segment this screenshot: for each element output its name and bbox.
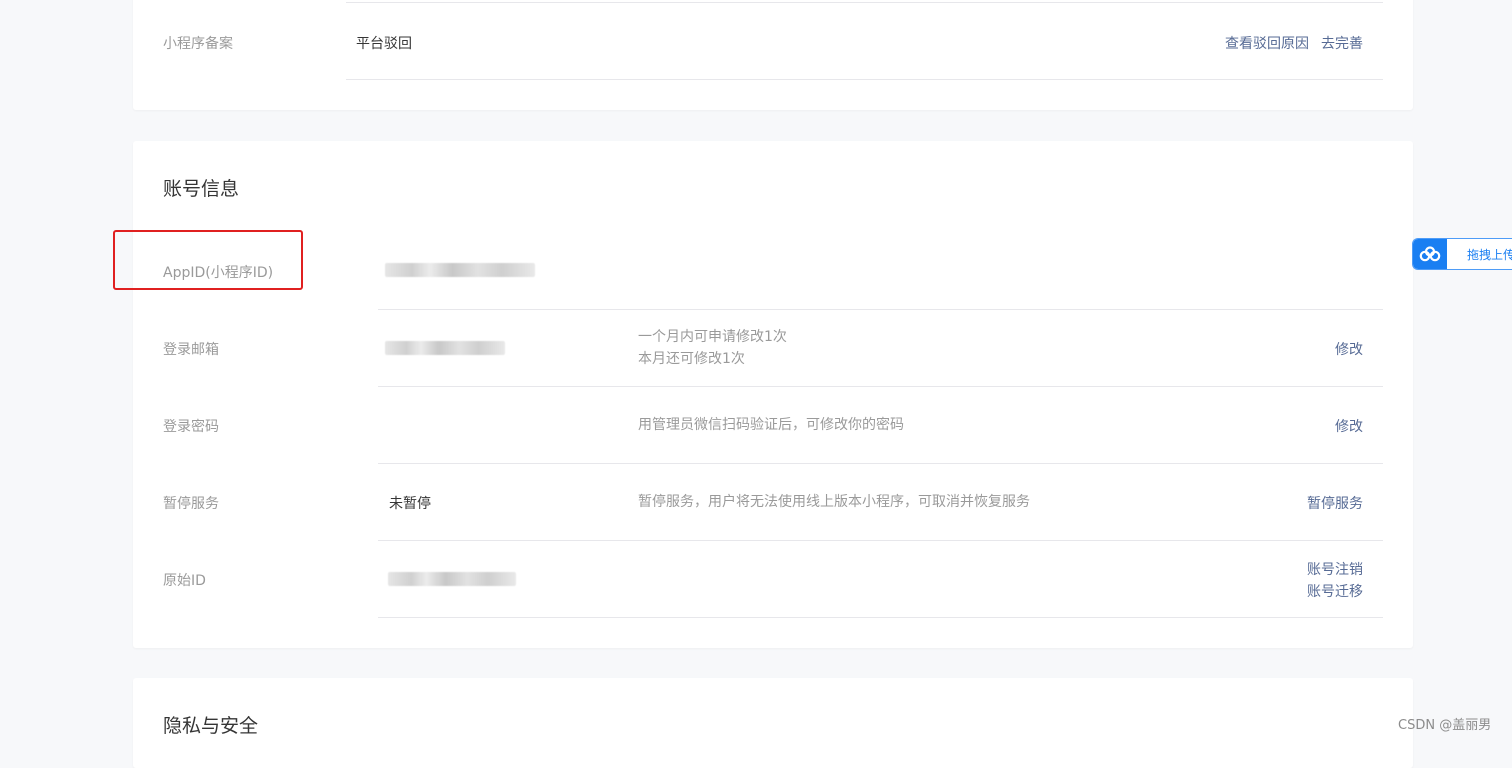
divider (378, 309, 1383, 310)
privacy-section-title: 隐私与安全 (163, 715, 259, 737)
divider (346, 79, 1383, 80)
email-value-redacted (385, 341, 505, 355)
drag-upload-label: 拖拽上传 (1467, 248, 1512, 262)
modify-password-button[interactable]: 修改 (1335, 416, 1363, 436)
divider (378, 617, 1383, 618)
appid-value-redacted (385, 263, 535, 277)
account-info-card: 账号信息 AppID(小程序ID) 登录邮箱 一个月内可申请修改1次 本月还可修… (133, 141, 1413, 648)
suspend-desc: 暂停服务，用户将无法使用线上版本小程序，可取消并恢复服务 (638, 494, 1030, 510)
suspend-status: 未暂停 (389, 496, 431, 512)
csdn-watermark: CSDN @盖丽男 (1398, 718, 1492, 733)
email-label: 登录邮箱 (163, 342, 219, 358)
filing-card: 小程序备案 平台驳回 查看驳回原因 去完善 (133, 0, 1413, 110)
complete-filing-link[interactable]: 去完善 (1321, 33, 1363, 53)
privacy-security-card: 隐私与安全 (133, 678, 1413, 768)
account-cancel-link[interactable]: 账号注销 (1307, 559, 1363, 579)
original-id-value-redacted (388, 572, 516, 586)
account-migrate-link[interactable]: 账号迁移 (1307, 581, 1363, 601)
email-desc: 一个月内可申请修改1次 本月还可修改1次 (638, 326, 787, 370)
cloud-icon (1413, 239, 1447, 269)
modify-email-button[interactable]: 修改 (1335, 339, 1363, 359)
divider (378, 386, 1383, 387)
divider (346, 2, 1383, 3)
view-reject-reason-link[interactable]: 查看驳回原因 (1225, 33, 1309, 53)
original-id-label: 原始ID (163, 573, 206, 589)
suspend-service-button[interactable]: 暂停服务 (1307, 493, 1363, 513)
filing-label: 小程序备案 (163, 36, 233, 52)
divider (378, 540, 1383, 541)
password-desc: 用管理员微信扫码验证后，可修改你的密码 (638, 417, 904, 433)
password-label: 登录密码 (163, 419, 219, 435)
appid-highlight-annotation (113, 230, 303, 290)
divider (378, 463, 1383, 464)
email-desc-line-2: 本月还可修改1次 (638, 351, 745, 367)
drag-upload-widget[interactable]: 拖拽上传 (1412, 238, 1512, 270)
filing-status: 平台驳回 (356, 36, 412, 52)
email-desc-line-1: 一个月内可申请修改1次 (638, 329, 787, 345)
suspend-label: 暂停服务 (163, 496, 219, 512)
account-section-title: 账号信息 (163, 178, 240, 200)
